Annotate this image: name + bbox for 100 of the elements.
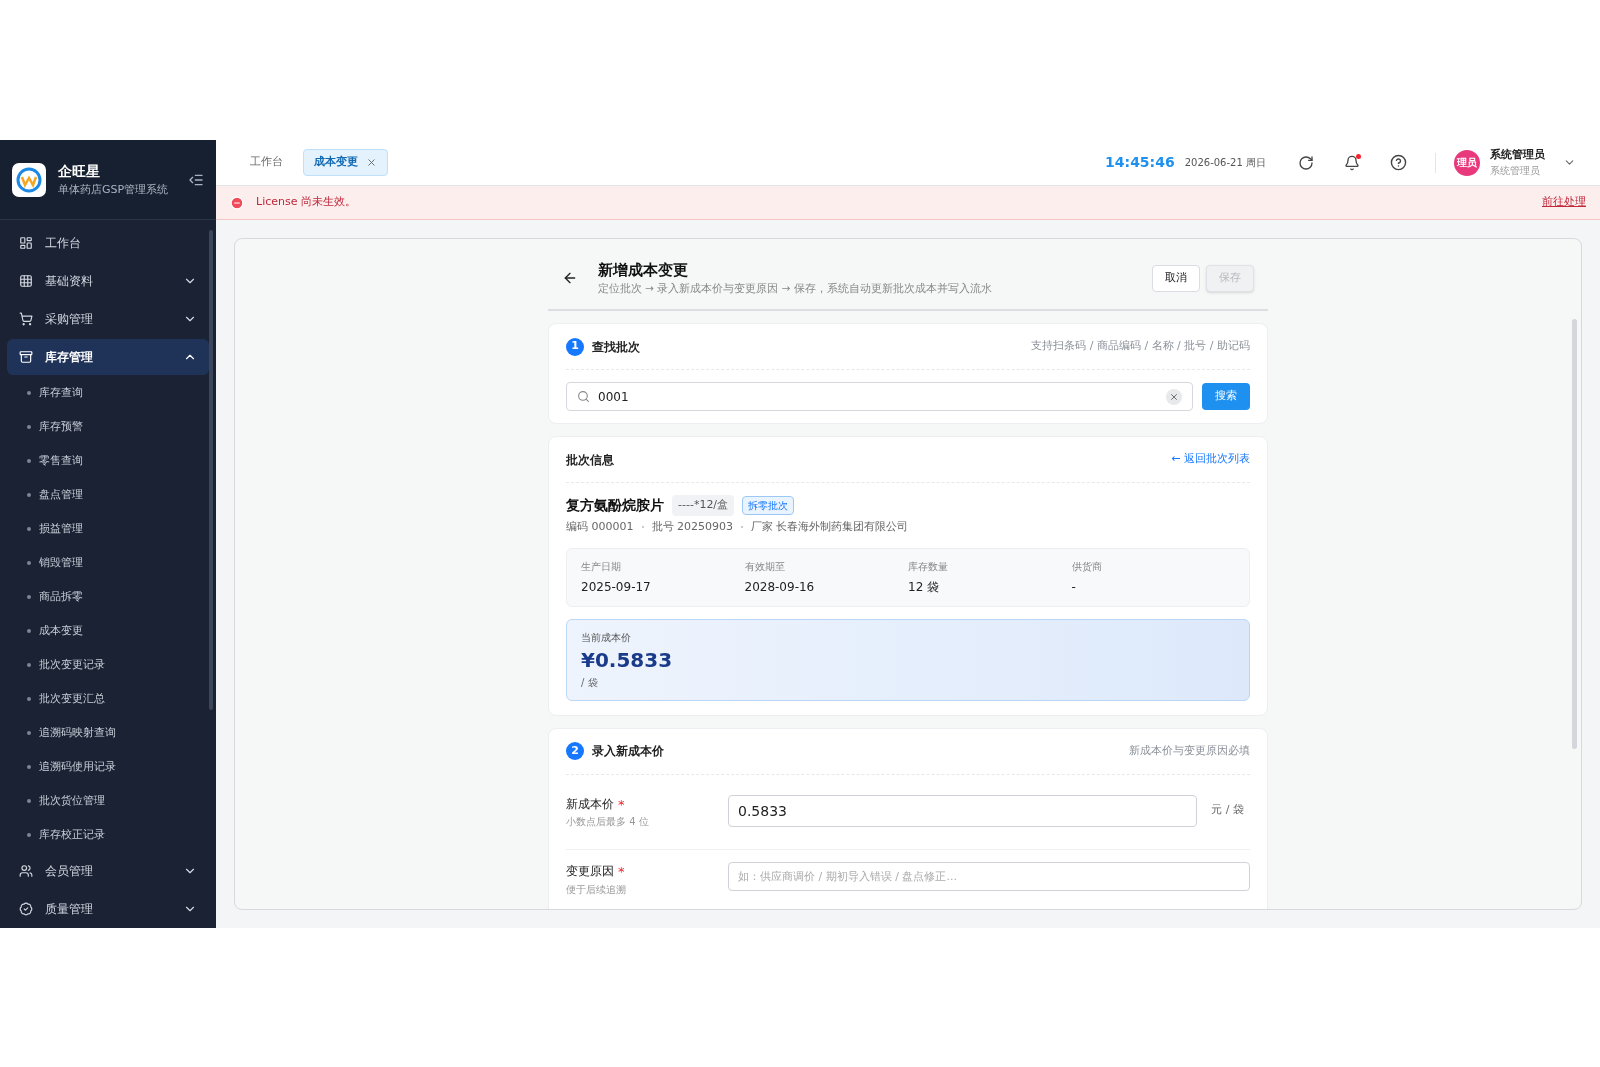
bullet-icon xyxy=(27,731,31,735)
scrollbar[interactable] xyxy=(209,230,213,710)
cart-icon xyxy=(19,312,33,326)
page-tab[interactable]: 成本变更 xyxy=(303,149,388,176)
field-label: 生产日期 xyxy=(581,559,622,574)
bullet-icon xyxy=(27,629,31,633)
brand-name: 企旺星 xyxy=(58,161,101,181)
grid-icon xyxy=(19,274,33,288)
section-hint: 新成本价与变更原因必填 xyxy=(1129,742,1250,759)
field-value: - xyxy=(1071,578,1077,596)
nav-subitem[interactable]: 批次变更汇总 xyxy=(7,682,209,716)
bullet-icon xyxy=(27,799,31,803)
nav-item[interactable]: 质量管理 xyxy=(7,891,209,927)
reason-input[interactable]: 如：供应商调价 / 期初导入错误 / 盘点修正... xyxy=(728,862,1250,891)
section-title: 批次信息 xyxy=(566,451,615,469)
bullet-icon xyxy=(27,697,31,701)
nav-item[interactable]: 基础资料 xyxy=(7,263,209,299)
cost-unit: / 袋 xyxy=(581,675,598,690)
user-role: 系统管理员 xyxy=(1490,164,1541,179)
nav-subitem[interactable]: 商品拆零 xyxy=(7,580,209,614)
nav-subitem[interactable]: 库存校正记录 xyxy=(7,818,209,852)
form-label: 变更原因 xyxy=(566,863,614,880)
meta-text: 厂家 长春海外制药集团有限公司 xyxy=(751,519,909,535)
bell-icon xyxy=(1344,154,1360,171)
unit-label: 元 / 袋 xyxy=(1210,802,1245,819)
back-to-list-link[interactable]: ← 返回批次列表 xyxy=(1171,451,1250,468)
price-input[interactable]: 0.5833 xyxy=(728,794,1198,827)
brand-subtitle: 单体药店GSP管理系统 xyxy=(58,181,170,198)
banner-link[interactable]: 前往处理 xyxy=(1542,194,1586,211)
batch-tag: 拆零批次 xyxy=(742,496,795,515)
required-mark: * xyxy=(618,795,625,814)
field-label: 供货商 xyxy=(1071,559,1103,574)
section-title: 录入新成本价 xyxy=(592,743,665,760)
section-title: 查找批次 xyxy=(592,338,641,356)
nav-subitem[interactable]: 批次货位管理 xyxy=(7,784,209,818)
cost-value: ¥0.5833 xyxy=(581,646,673,674)
nav-item[interactable]: 采购管理 xyxy=(7,301,209,337)
nav-subitem[interactable]: 损益管理 xyxy=(7,512,209,546)
step-number: 1 xyxy=(566,337,584,356)
nav-item[interactable]: 库存管理 xyxy=(7,339,209,375)
nav-subitem[interactable]: 成本变更 xyxy=(7,614,209,648)
meta-text: 编码 000001 xyxy=(566,519,634,535)
notification-button[interactable] xyxy=(1344,154,1360,171)
scrollbar[interactable] xyxy=(1572,319,1577,749)
error-icon xyxy=(230,195,244,210)
archive-icon xyxy=(19,350,33,364)
form-help: 小数点后最多 4 位 xyxy=(566,815,650,829)
bullet-icon xyxy=(27,425,31,429)
nav-subitem[interactable]: 库存预警 xyxy=(7,410,209,444)
refresh-icon[interactable] xyxy=(1298,154,1314,171)
search-icon xyxy=(577,390,590,403)
nav-subitem[interactable]: 追溯码映射查询 xyxy=(7,716,209,750)
step-number: 2 xyxy=(566,742,584,760)
nav-item[interactable]: 工作台 xyxy=(7,225,209,261)
help-icon[interactable] xyxy=(1390,154,1407,171)
form-help: 便于后续追溯 xyxy=(566,882,627,897)
bullet-icon xyxy=(27,765,31,769)
bullet-icon xyxy=(27,663,31,667)
field-value: 12 袋 xyxy=(908,578,941,596)
clock-date: 2026-06-21 周日 xyxy=(1184,156,1266,170)
badge-check-icon xyxy=(19,902,33,916)
user-avatar[interactable]: 理员 xyxy=(1454,149,1480,176)
meta-text: 批号 20250903 xyxy=(651,519,733,535)
cancel-button[interactable]: 取消 xyxy=(1152,264,1200,292)
field-label: 库存数量 xyxy=(908,559,949,574)
bullet-icon xyxy=(27,833,31,837)
nav-subitem[interactable]: 批次变更记录 xyxy=(7,648,209,682)
required-mark: * xyxy=(618,863,625,881)
bullet-icon xyxy=(27,561,31,565)
bullet-icon xyxy=(27,595,31,599)
clock-time: 14:45:46 xyxy=(1105,153,1175,172)
nav-subitem[interactable]: 零售查询 xyxy=(7,444,209,478)
field-value: 2028-09-16 xyxy=(744,578,816,596)
banner-message: License 尚未生效。 xyxy=(256,194,357,211)
nav-subitem[interactable]: 追溯码使用记录 xyxy=(7,750,209,784)
nav-item[interactable]: 会员管理 xyxy=(7,853,209,889)
clear-icon[interactable] xyxy=(1166,388,1182,405)
bullet-icon xyxy=(27,459,31,463)
product-name: 复方氨酚烷胺片 xyxy=(566,496,664,515)
nav-subitem[interactable]: 盘点管理 xyxy=(7,478,209,512)
dashboard-icon xyxy=(19,236,33,250)
bullet-icon xyxy=(27,527,31,531)
field-label: 有效期至 xyxy=(744,559,786,574)
form-label: 新成本价 xyxy=(566,795,614,813)
page-title: 新增成本变更 xyxy=(598,259,689,281)
search-field[interactable]: 0001 xyxy=(566,382,1193,411)
nav-subitem[interactable]: 销毁管理 xyxy=(7,546,209,580)
close-icon[interactable] xyxy=(366,157,377,168)
bullet-icon xyxy=(27,493,31,497)
section-hint: 支持扫条码 / 商品编码 / 名称 / 批号 / 助记码 xyxy=(1031,338,1250,355)
spec-badge: ----*12/盒 xyxy=(672,495,735,516)
people-icon xyxy=(19,864,33,878)
page-tab[interactable]: 工作台 xyxy=(240,149,293,176)
field-value: 2025-09-17 xyxy=(581,578,652,596)
logo-icon xyxy=(12,162,46,197)
user-name: 系统管理员 xyxy=(1490,146,1545,163)
nav-subitem[interactable]: 库存查询 xyxy=(7,376,209,410)
page-subtitle: 定位批次 → 录入新成本价与变更原因 → 保存，系统自动更新批次成本并写入流水 xyxy=(598,281,993,297)
cost-label: 当前成本价 xyxy=(581,630,631,645)
bullet-icon xyxy=(27,391,31,395)
